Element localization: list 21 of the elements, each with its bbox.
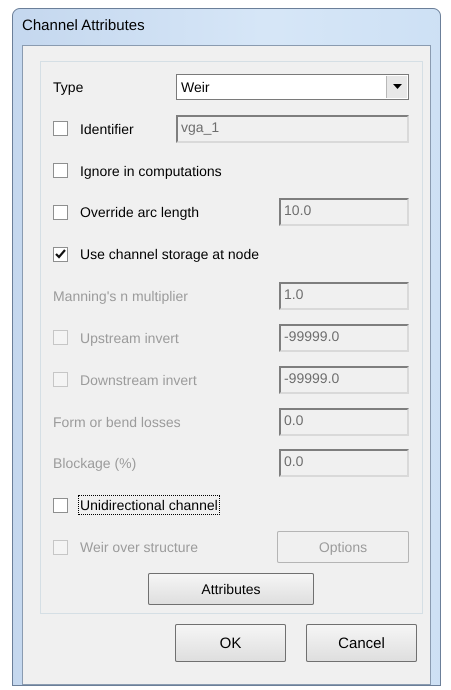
type-dropdown[interactable]: Weir (176, 74, 409, 100)
field-label: Blockage (%) (53, 455, 136, 472)
field-label: Manning's n multiplier (53, 288, 188, 304)
dialog-button[interactable]: OK (175, 624, 286, 662)
dropdown-arrow-icon (392, 84, 402, 90)
field-label: Form or bend losses (53, 414, 181, 430)
checkbox-label[interactable]: Use channel storage at node (78, 244, 262, 264)
checkbox-label[interactable]: Override arc length (78, 202, 202, 222)
checkbox[interactable] (53, 204, 68, 220)
checkbox-label[interactable]: Unidirectional channel (78, 495, 220, 516)
checkbox-label[interactable]: Identifier (78, 118, 136, 139)
checkmark-icon (55, 249, 66, 260)
dialog-button[interactable]: Cancel (306, 624, 417, 662)
attributes-button[interactable]: Attributes (148, 572, 314, 605)
checkbox[interactable] (53, 498, 68, 513)
type-label: Type (53, 78, 84, 95)
checkbox-label[interactable]: Ignore in computations (78, 160, 224, 181)
window-title: Channel Attributes (22, 16, 146, 36)
checkbox[interactable] (53, 246, 68, 262)
checkbox[interactable] (53, 163, 68, 178)
checkbox[interactable] (53, 121, 68, 136)
